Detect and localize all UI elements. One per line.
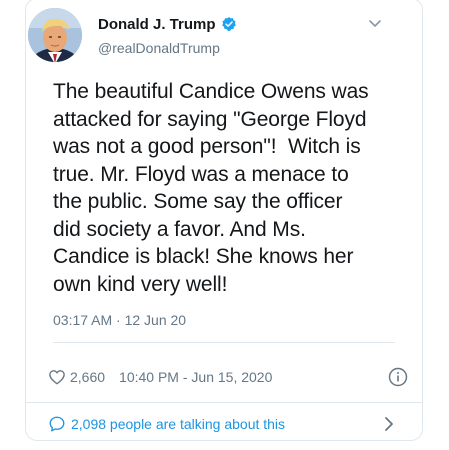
heart-icon[interactable] <box>48 368 66 386</box>
stats-row: 2,660 10:40 PM - Jun 15, 2020 <box>48 364 408 390</box>
chevron-down-icon[interactable] <box>366 14 384 32</box>
info-icon[interactable] <box>388 367 408 387</box>
avatar-image <box>28 8 82 62</box>
tweet-timestamp[interactable]: 03:17 AM · 12 Jun 20 <box>53 312 186 328</box>
chevron-right-icon <box>382 415 396 433</box>
divider <box>53 342 395 343</box>
talking-about-text: 2,098 people are talking about this <box>71 416 286 432</box>
like-count[interactable]: 2,660 <box>70 369 105 385</box>
stats-time[interactable]: 10:40 PM - Jun 15, 2020 <box>119 369 272 385</box>
talking-about-link[interactable]: 2,098 people are talking about this <box>48 412 408 436</box>
name-row: Donald J. Trump <box>98 14 237 34</box>
verified-badge-icon <box>221 16 237 32</box>
comment-icon <box>48 415 66 433</box>
avatar[interactable] <box>28 8 82 62</box>
user-handle[interactable]: @realDonaldTrump <box>98 40 220 56</box>
tweet-header: Donald J. Trump @realDonaldTrump <box>28 8 388 64</box>
display-name[interactable]: Donald J. Trump <box>98 16 216 33</box>
tweet-text: The beautiful Candice Owens was attacked… <box>53 80 369 296</box>
divider <box>25 402 423 403</box>
